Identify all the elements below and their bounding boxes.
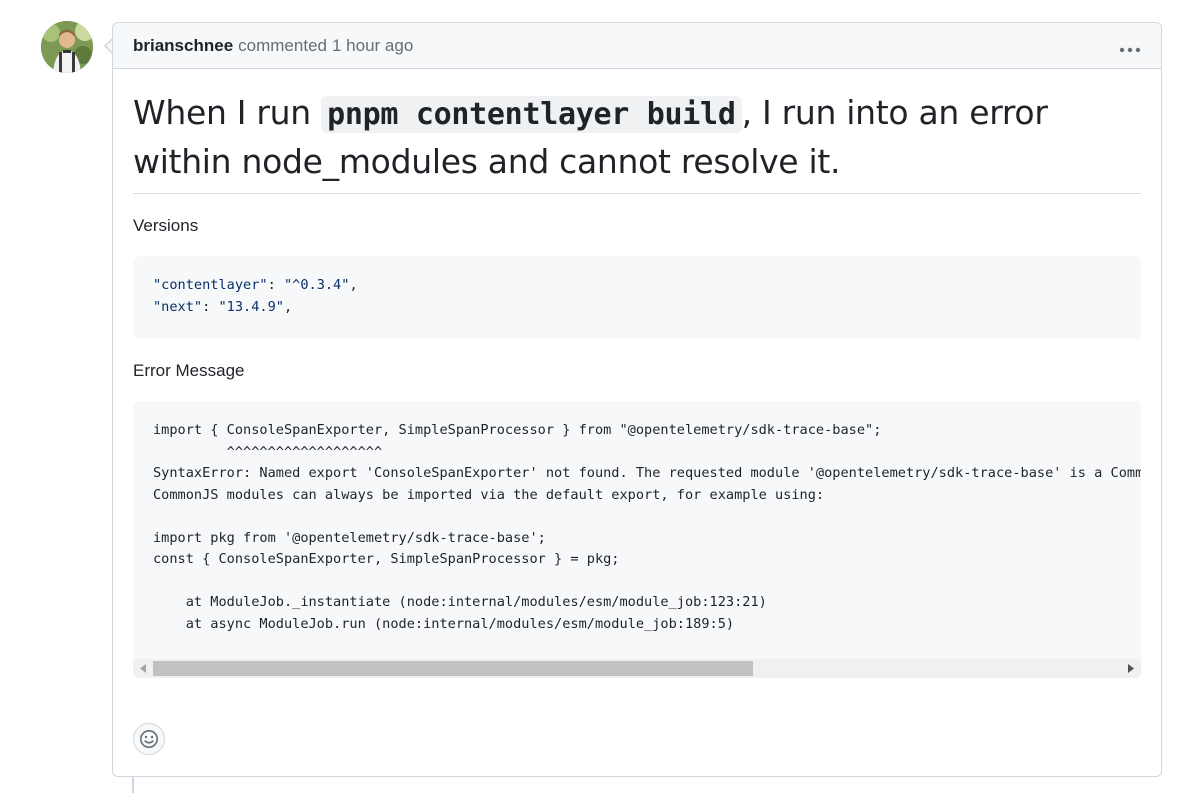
versions-value-1: "^0.3.4" [283,277,350,293]
code-line: import { ConsoleSpanExporter, SimpleSpan… [153,422,882,438]
code-line: at ModuleJob._instantiate (node:internal… [153,594,767,610]
avatar[interactable] [41,21,93,73]
avatar-image [41,21,93,73]
versions-label: Versions [133,216,199,235]
error-code-block: import { ConsoleSpanExporter, SimpleSpan… [133,401,1141,678]
versions-key-2: "next" [153,298,203,315]
scroll-right-button[interactable] [1121,659,1141,678]
error-message-label: Error Message [133,361,245,380]
smiley-icon [140,730,158,748]
triangle-left-icon [140,664,146,673]
code-line: import pkg from '@opentelemetry/sdk-trac… [153,529,546,546]
scroll-left-button[interactable] [133,659,153,678]
versions-key-1: "contentlayer" [153,277,268,293]
code-line: const { ConsoleSpanExporter, SimpleSpanP… [153,551,620,567]
code-line: SyntaxError: Named export 'ConsoleSpanEx… [153,465,1141,481]
kebab-horizontal-icon [1119,47,1141,52]
code-line: CommonJS modules can always be imported … [153,486,825,503]
comment-heading: When I run pnpm contentlayer build, I ru… [133,89,1141,194]
versions-value-2: "13.4.9" [218,298,284,315]
timeline-connector [132,777,134,793]
error-code-text: import { ConsoleSpanExporter, SimpleSpan… [133,401,1141,635]
comment-options-button[interactable] [1119,35,1141,57]
versions-code-block: "contentlayer": "^0.3.4", "next": "13.4.… [133,256,1141,339]
code-line: at async ModuleJob.run (node:internal/mo… [153,615,735,632]
scrollbar-track[interactable] [153,659,1121,678]
scrollbar-thumb[interactable] [153,661,754,676]
comment-author-link[interactable]: brianschnee [133,36,233,56]
heading-inline-code: pnpm contentlayer build [321,96,742,133]
comment-body: When I run pnpm contentlayer build, I ru… [113,69,1161,678]
horizontal-scrollbar[interactable] [133,659,1141,678]
heading-text-start: When I run [133,93,322,132]
comment-timestamp-link[interactable]: 1 hour ago [332,36,413,56]
comment-action: commented [238,35,327,55]
issue-comment: brianschnee commented 1 hour ago When I … [112,22,1162,777]
triangle-right-icon [1128,664,1134,673]
code-line: ^^^^^^^^^^^^^^^^^^^ [153,443,383,460]
add-reaction-button[interactable] [133,723,165,755]
comment-header: brianschnee commented 1 hour ago [113,23,1161,69]
